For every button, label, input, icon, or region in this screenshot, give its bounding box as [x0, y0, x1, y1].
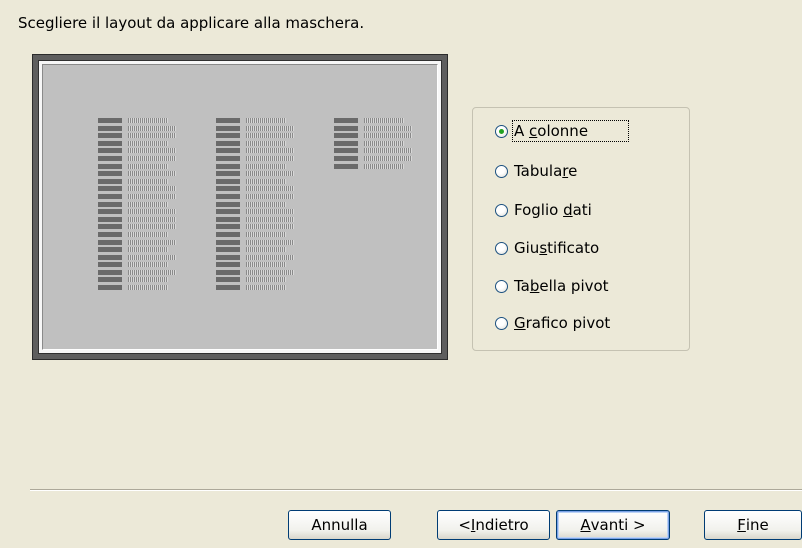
radio-icon[interactable] [495, 241, 508, 255]
next-button[interactable]: Avanti > [556, 510, 670, 540]
option-giustificato[interactable]: Giustificato [495, 237, 601, 259]
option-label: Giustificato [514, 239, 600, 257]
layout-preview [32, 54, 448, 360]
option-label: A colonne [512, 120, 630, 142]
option-label: Grafico pivot [514, 314, 611, 332]
option-label: Tabulare [514, 162, 578, 180]
back-button[interactable]: < Indietro [437, 510, 550, 540]
form-preview-image [42, 64, 438, 350]
cancel-button[interactable]: Annulla [288, 510, 391, 540]
finish-button[interactable]: Fine [704, 510, 802, 540]
option-label: Tabella pivot [514, 277, 609, 295]
instruction-text: Scegliere il layout da applicare alla ma… [18, 14, 365, 32]
radio-selected-icon[interactable] [495, 124, 508, 138]
option-tabulare[interactable]: Tabulare [495, 160, 579, 182]
option-foglio-dati[interactable]: Foglio dati [495, 199, 594, 221]
radio-icon[interactable] [495, 203, 508, 217]
option-label: Foglio dati [514, 201, 592, 219]
radio-icon[interactable] [495, 316, 508, 330]
radio-icon[interactable] [495, 164, 508, 178]
radio-icon[interactable] [495, 279, 508, 293]
separator [30, 489, 802, 491]
option-a-colonne[interactable]: A colonne [495, 120, 630, 142]
option-grafico-pivot[interactable]: Grafico pivot [495, 312, 612, 334]
layout-option-group: A colonne Tabulare Foglio dati Giustific… [472, 107, 690, 351]
option-tabella-pivot[interactable]: Tabella pivot [495, 275, 611, 297]
